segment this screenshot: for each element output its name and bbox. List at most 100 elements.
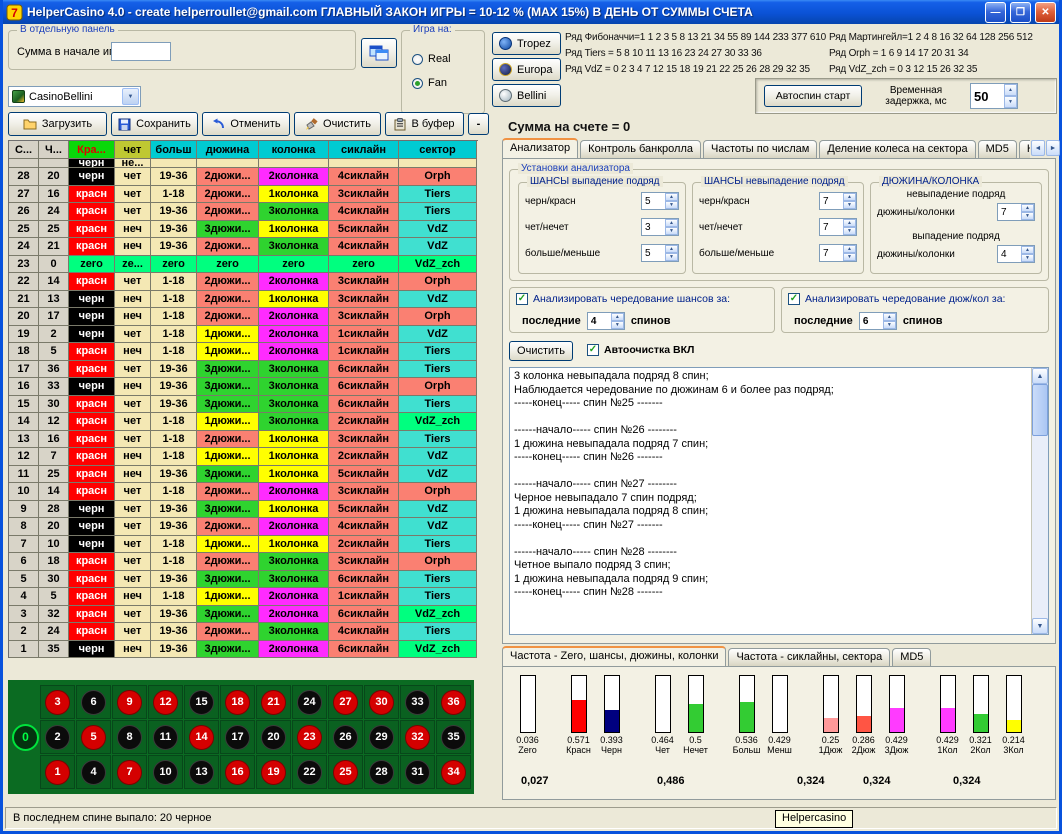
- spinner-up-button[interactable]: ▲: [883, 313, 896, 321]
- table-row[interactable]: 2716краснчет1-182дюжи...1колонка3сиклайн…: [9, 186, 478, 204]
- table-row[interactable]: 1530краснчет19-363дюжи...3колонка6сиклай…: [9, 396, 478, 414]
- table-row[interactable]: 2421красннеч19-362дюжи...3колонка4сиклай…: [9, 238, 478, 256]
- dozens-hit-spinner[interactable]: 4▲▼: [997, 245, 1035, 263]
- spinner-up-button[interactable]: ▲: [665, 245, 678, 253]
- even-odd-spinner[interactable]: 7▲▼: [819, 218, 857, 236]
- roulette-zero[interactable]: 0: [11, 724, 40, 751]
- table-row[interactable]: 192чернчет1-181дюжи...2колонка1сиклайнVd…: [9, 326, 478, 344]
- log-scrollbar[interactable]: ▲ ▼: [1031, 368, 1048, 634]
- copy-to-buffer-button[interactable]: В буфер: [385, 112, 464, 136]
- scroll-track[interactable]: [1032, 436, 1048, 618]
- clear-log-button[interactable]: Очистить: [509, 341, 573, 361]
- roulette-cell[interactable]: 12: [148, 685, 183, 719]
- roulette-cell[interactable]: 9: [112, 685, 147, 719]
- tab-scroll-right-button[interactable]: ►: [1046, 140, 1060, 156]
- roulette-cell[interactable]: 22: [292, 755, 327, 789]
- roulette-cell[interactable]: 7: [112, 755, 147, 789]
- scroll-down-button[interactable]: ▼: [1032, 618, 1048, 634]
- spinner-down-button[interactable]: ▼: [1004, 96, 1017, 108]
- roulette-cell[interactable]: 11: [148, 720, 183, 754]
- spinner-up-button[interactable]: ▲: [665, 193, 678, 201]
- close-button[interactable]: ✕: [1035, 2, 1056, 23]
- scroll-thumb[interactable]: [1032, 384, 1048, 436]
- high-low-spinner[interactable]: 5▲▼: [641, 244, 679, 262]
- roulette-cell[interactable]: 26: [328, 720, 363, 754]
- roulette-cell[interactable]: 36: [436, 685, 471, 719]
- table-row[interactable]: 928чернчет19-363дюжи...1колонка5сиклайнV…: [9, 501, 478, 519]
- last-spins-spinner[interactable]: 6▲▼: [859, 312, 897, 330]
- spinner-down-button[interactable]: ▼: [665, 227, 678, 235]
- spinner-up-button[interactable]: ▲: [611, 313, 624, 321]
- minimize-button[interactable]: —: [985, 2, 1006, 23]
- roulette-cell[interactable]: 15: [184, 685, 219, 719]
- roulette-cell[interactable]: 13: [184, 755, 219, 789]
- analyzer-log[interactable]: 3 колонка невыпадала подряд 8 спин;Наблю…: [509, 367, 1049, 635]
- roulette-cell[interactable]: 6: [76, 685, 111, 719]
- spinner-up-button[interactable]: ▲: [1004, 84, 1017, 96]
- roulette-cell[interactable]: 8: [112, 720, 147, 754]
- dropdown-icon[interactable]: ▼: [122, 88, 139, 105]
- chart-tab-2[interactable]: Частота - сиклайны, сектора: [728, 648, 890, 666]
- spinner-up-button[interactable]: ▲: [1021, 204, 1034, 212]
- spinner-down-button[interactable]: ▼: [1021, 212, 1034, 220]
- spinner-up-button[interactable]: ▲: [665, 219, 678, 227]
- spinner-up-button[interactable]: ▲: [843, 219, 856, 227]
- roulette-cell[interactable]: 27: [328, 685, 363, 719]
- roulette-cell[interactable]: 1: [40, 755, 75, 789]
- analyze-chances-checkbox[interactable]: ✓ Анализировать чередование шансов за:: [516, 293, 730, 305]
- table-row[interactable]: 185красннеч1-181дюжи...2колонка1сиклайнT…: [9, 343, 478, 361]
- table-row[interactable]: 2624краснчет19-362дюжи...3колонка4сиклай…: [9, 203, 478, 221]
- roulette-cell[interactable]: 17: [220, 720, 255, 754]
- analyze-dozens-checkbox[interactable]: ✓ Анализировать чередование дюж/кол за:: [788, 293, 1005, 305]
- table-row[interactable]: 820чернчет19-362дюжи...2колонка4сиклайнV…: [9, 518, 478, 536]
- roulette-cell[interactable]: 5: [76, 720, 111, 754]
- roulette-cell[interactable]: 16: [220, 755, 255, 789]
- detach-panel-button[interactable]: [361, 38, 397, 68]
- scroll-up-button[interactable]: ▲: [1032, 368, 1048, 384]
- roulette-cell[interactable]: 4: [76, 755, 111, 789]
- high-low-spinner[interactable]: 7▲▼: [819, 244, 857, 262]
- radio-real[interactable]: Real: [412, 53, 451, 65]
- table-row[interactable]: 2214краснчет1-182дюжи...2колонка3сиклайн…: [9, 273, 478, 291]
- roulette-cell[interactable]: 2: [40, 720, 75, 754]
- table-row[interactable]: 135черннеч19-363дюжи...2колонка6сиклайнV…: [9, 641, 478, 659]
- europa-button[interactable]: Europa: [492, 58, 561, 81]
- spinner-down-button[interactable]: ▼: [843, 253, 856, 261]
- table-row[interactable]: 1736краснчет19-363дюжи...3колонка6сиклай…: [9, 361, 478, 379]
- tropez-button[interactable]: Tropez: [492, 32, 561, 55]
- collapse-button[interactable]: -: [468, 113, 489, 135]
- casino-select[interactable]: CasinoBellini ▼: [8, 86, 141, 107]
- tab-scroll-left-button[interactable]: ◄: [1031, 140, 1045, 156]
- spinner-down-button[interactable]: ▼: [883, 321, 896, 329]
- roulette-cell[interactable]: 14: [184, 720, 219, 754]
- table-row[interactable]: 530краснчет19-363дюжи...3колонка6сиклайн…: [9, 571, 478, 589]
- table-row[interactable]: 127красннеч1-181дюжи...1колонка2сиклайнV…: [9, 448, 478, 466]
- main-tab-4[interactable]: Деление колеса на сектора: [819, 140, 975, 158]
- roulette-cell[interactable]: 19: [256, 755, 291, 789]
- undo-button[interactable]: Отменить: [202, 112, 290, 136]
- table-row[interactable]: 224краснчет19-362дюжи...3колонка4сиклайн…: [9, 623, 478, 641]
- table-row[interactable]: 618краснчет1-182дюжи...3колонка3сиклайнO…: [9, 553, 478, 571]
- chart-tab-1[interactable]: Частота - Zero, шансы, дюжины, колонки: [502, 646, 726, 666]
- chart-tab-3[interactable]: MD5: [892, 648, 931, 666]
- table-row[interactable]: 2113черннеч1-182дюжи...1колонка3сиклайнV…: [9, 291, 478, 309]
- table-row[interactable]: 2820чернчет19-362дюжи...2колонка4сиклайн…: [9, 168, 478, 186]
- title-bar[interactable]: 7 HelperCasino 4.0 - create helperroulle…: [3, 0, 1059, 24]
- even-odd-spinner[interactable]: 3▲▼: [641, 218, 679, 236]
- save-button[interactable]: Сохранить: [111, 112, 198, 136]
- black-red-spinner[interactable]: 7▲▼: [819, 192, 857, 210]
- roulette-cell[interactable]: 29: [364, 720, 399, 754]
- start-sum-input[interactable]: [111, 42, 171, 61]
- delay-spinner[interactable]: 50▲▼: [970, 83, 1018, 109]
- table-row[interactable]: 1633черннеч19-363дюжи...3колонка6сиклайн…: [9, 378, 478, 396]
- main-tab-2[interactable]: Контроль банкролла: [580, 140, 701, 158]
- main-tab-1[interactable]: Анализатор: [502, 138, 578, 158]
- roulette-cell[interactable]: 21: [256, 685, 291, 719]
- table-row[interactable]: 45красннеч1-181дюжи...2колонка1сиклайнTi…: [9, 588, 478, 606]
- table-row[interactable]: 710чернчет1-181дюжи...1колонка2сиклайнTi…: [9, 536, 478, 554]
- table-row[interactable]: 230zeroze...zerozerozerozeroVdZ_zch: [9, 256, 478, 274]
- roulette-cell[interactable]: 35: [436, 720, 471, 754]
- spinner-up-button[interactable]: ▲: [843, 193, 856, 201]
- maximize-button[interactable]: ❐: [1010, 2, 1031, 23]
- table-row[interactable]: 332краснчет19-363дюжи...2колонка6сиклайн…: [9, 606, 478, 624]
